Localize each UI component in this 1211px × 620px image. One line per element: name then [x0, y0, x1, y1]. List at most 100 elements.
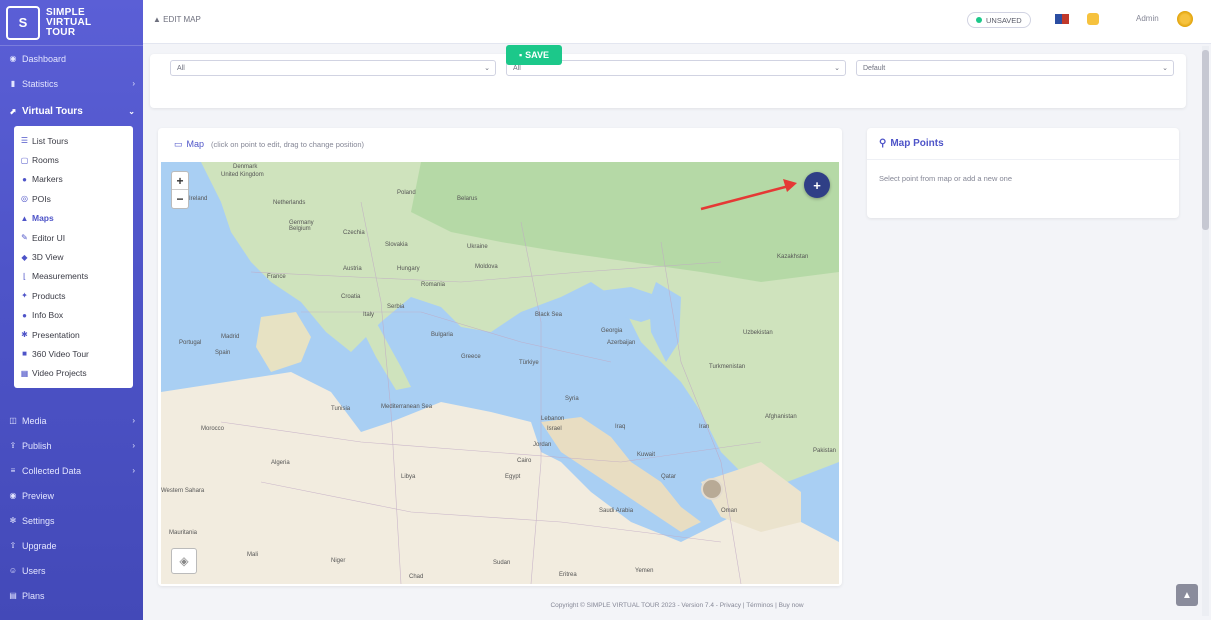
editor-icon: ✎ — [21, 233, 28, 243]
select-c[interactable]: Default ⌄ — [856, 60, 1174, 76]
map-zoom-control: + − — [171, 171, 189, 209]
sidebar-item-label: Statistics — [22, 78, 59, 89]
chevron-right-icon: › — [132, 416, 135, 426]
sidebar-item-collected-data[interactable]: ≡ Collected Data › — [0, 458, 143, 483]
footer: Copyright © SIMPLE VIRTUAL TOUR 2023 - V… — [550, 602, 804, 609]
info-icon: ● — [22, 310, 27, 320]
sub-item-markers[interactable]: ● Markers — [14, 170, 133, 189]
dashboard-icon: ◉ — [9, 54, 17, 63]
settings-card: All ⌄ All ⌄ Default ⌄ — [150, 54, 1186, 108]
status-badge[interactable]: UNSAVED — [967, 12, 1031, 28]
save-icon: ▪ — [518, 50, 523, 60]
sub-item-label: 360 Video Tour — [32, 348, 89, 359]
page-scrollbar[interactable] — [1202, 46, 1209, 616]
cart-icon: ✦ — [21, 291, 28, 301]
map-point-marker[interactable] — [701, 478, 723, 500]
sidebar-item-label: Plans — [22, 590, 45, 601]
media-icon: ◫ — [9, 416, 17, 426]
map-pin-icon: ⚲ — [879, 138, 887, 149]
chevron-right-icon: › — [132, 79, 135, 88]
sidebar: S SIMPLE VIRTUAL TOUR ◉ Dashboard ▮ Statis… — [0, 0, 143, 620]
sub-item-label: Products — [32, 290, 66, 301]
brand-name: SIMPLE VIRTUAL TOUR — [46, 7, 91, 38]
sidebar-item-preview[interactable]: ◉ Preview — [0, 483, 143, 508]
cube-icon: ◆ — [21, 252, 28, 262]
sub-item-label: Info Box — [32, 310, 64, 321]
brand[interactable]: S SIMPLE VIRTUAL TOUR — [0, 0, 143, 46]
sidebar-item-media[interactable]: ◫ Media › — [0, 408, 143, 433]
language-flag-icon[interactable] — [1055, 14, 1069, 24]
sidebar-item-dashboard[interactable]: ◉ Dashboard — [0, 46, 143, 71]
sidebar-item-label: Users — [22, 565, 46, 576]
breadcrumb: ▲ EDIT MAP — [153, 15, 201, 24]
submenu-virtual-tours: ☰ List Tours ▢ Rooms ● Markers ◎ POIs ▲ Maps … — [14, 126, 133, 389]
sidebar-item-label: Media — [22, 415, 47, 426]
sidebar-item-publish[interactable]: ⇪ Publish › — [0, 433, 143, 458]
sidebar-item-label: Publish — [22, 440, 52, 451]
sub-item-label: Rooms — [32, 155, 59, 166]
sub-item-360-video-tour[interactable]: ■ 360 Video Tour — [14, 344, 133, 363]
save-label: SAVE — [525, 50, 550, 60]
zoom-out-button[interactable]: − — [172, 190, 188, 208]
sub-item-presentation[interactable]: ✱ Presentation — [14, 325, 133, 344]
video-icon: ■ — [22, 349, 27, 359]
sub-item-label: Markers — [32, 174, 63, 185]
select-a[interactable]: All ⌄ — [170, 60, 496, 76]
sidebar-item-virtual-tours[interactable]: ⬈ Virtual Tours ⌄ — [0, 96, 143, 126]
map-card-title: Map — [186, 139, 205, 149]
save-button[interactable]: ▪ SAVE — [506, 45, 562, 65]
scroll-top-button[interactable]: ▲ — [1176, 584, 1198, 606]
user-name[interactable]: Admin — [1136, 14, 1159, 23]
sub-item-label: Editor UI — [32, 232, 66, 243]
sub-item-3d-view[interactable]: ◆ 3D View — [14, 247, 133, 266]
sub-item-editor-ui[interactable]: ✎ Editor UI — [14, 228, 133, 247]
select-b-value: All — [513, 64, 521, 72]
sub-item-pois[interactable]: ◎ POIs — [14, 189, 133, 208]
upgrade-icon: ⇧ — [9, 541, 17, 551]
zoom-in-button[interactable]: + — [172, 172, 188, 190]
sub-item-info-box[interactable]: ● Info Box — [14, 306, 133, 325]
chevron-down-icon: ⌄ — [484, 65, 490, 72]
sub-item-products[interactable]: ✦ Products — [14, 286, 133, 305]
map-card-header: ▭ Map (click on point to edit, drag to c… — [158, 128, 842, 160]
sub-item-label: Video Projects — [32, 368, 87, 379]
sidebar-item-label: Preview — [22, 490, 55, 501]
avatar[interactable] — [1177, 11, 1193, 27]
rooms-icon: ▢ — [20, 155, 29, 165]
brand-logo: S — [6, 5, 40, 40]
layers-button[interactable]: ◈ — [171, 548, 197, 574]
add-point-button[interactable]: + — [804, 172, 830, 198]
brand-line3: TOUR — [46, 26, 76, 38]
sidebar-item-statistics[interactable]: ▮ Statistics › — [0, 71, 143, 96]
sidebar-item-users[interactable]: ☺ Users — [0, 558, 143, 583]
publish-icon: ⇪ — [9, 441, 17, 451]
layers-icon: ◈ — [179, 554, 189, 568]
sub-item-video-projects[interactable]: ▦ Video Projects — [14, 364, 133, 383]
sub-item-measurements[interactable]: ⌊ Measurements — [14, 267, 133, 286]
sub-item-maps[interactable]: ▲ Maps — [14, 209, 133, 228]
sidebar-item-plans[interactable]: ▤ Plans — [0, 583, 143, 608]
map-points-card: ⚲ Map Points Select point from map or add… — [867, 128, 1179, 218]
eye-icon: ◉ — [9, 491, 17, 501]
sidebar-item-label: Dashboard — [22, 53, 67, 64]
sidebar-item-settings[interactable]: ✻ Settings — [0, 508, 143, 533]
map-points-title: Map Points — [890, 138, 944, 149]
chevron-down-icon: ⌄ — [1162, 65, 1168, 72]
plans-icon: ▤ — [9, 591, 17, 601]
sidebar-item-upgrade[interactable]: ⇧ Upgrade — [0, 533, 143, 558]
sidebar-item-label: Collected Data — [22, 465, 82, 476]
poi-icon: ◎ — [21, 194, 28, 204]
sub-item-list-tours[interactable]: ☰ List Tours — [14, 131, 133, 150]
status-label: UNSAVED — [986, 15, 1022, 25]
chevron-up-icon: ▲ — [1182, 589, 1192, 601]
status-dot-icon — [976, 17, 982, 23]
map-canvas[interactable]: Denmark United Kingdom Ireland Netherlands G… — [161, 162, 839, 584]
sub-item-label: Presentation — [32, 329, 80, 340]
sub-item-label: Maps — [32, 213, 54, 224]
notification-icon[interactable] — [1087, 13, 1099, 25]
scrollbar-thumb[interactable] — [1202, 50, 1209, 230]
sidebar-item-label: Virtual Tours — [22, 105, 83, 117]
gear-icon: ✻ — [9, 516, 17, 526]
sub-item-rooms[interactable]: ▢ Rooms — [14, 150, 133, 169]
map-card: ▭ Map (click on point to edit, drag to c… — [158, 128, 842, 586]
